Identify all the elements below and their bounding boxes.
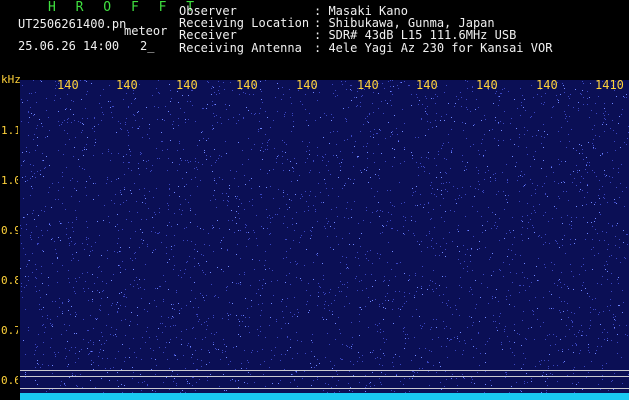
signal-baseline: [20, 393, 629, 400]
y-tick-label: 1.1: [1, 125, 18, 136]
y-tick-label: 0.6: [1, 375, 18, 386]
x-tick-label: 140: [536, 79, 558, 91]
marker-line: [20, 376, 629, 377]
file-name: UT2506261400.pn: [18, 17, 127, 31]
antenna-value: : 4ele Yagi Az 230 for Kansai VOR: [314, 40, 553, 55]
antenna-label: Receiving Antenna: [179, 40, 302, 55]
marker-line: [20, 370, 629, 371]
datetime: 25.06.26 14:00: [18, 39, 120, 53]
x-tick-label: 140: [416, 79, 438, 91]
x-tick-label: 140: [176, 79, 198, 91]
count-label: 2_: [140, 39, 155, 53]
y-axis-unit: kHz: [1, 73, 21, 86]
x-tick-label: 1410: [595, 79, 624, 91]
y-tick-label: 0.7: [1, 325, 18, 336]
mode-label: meteor: [124, 24, 168, 38]
noise-field: [20, 80, 629, 394]
y-tick-label: 0.8: [1, 275, 18, 286]
receiver-value: : SDR# 43dB L15 111.6MHz USB: [314, 28, 517, 43]
bright-specks: [20, 80, 627, 394]
noise-specks: [20, 80, 629, 394]
x-tick-label: 140: [296, 79, 318, 91]
y-tick-label: 1.0: [1, 175, 18, 186]
x-tick-label: 140: [236, 79, 258, 91]
spectrogram-plot: [20, 80, 629, 394]
app-title: H R O F F T: [48, 0, 201, 15]
x-tick-label: 140: [57, 79, 79, 91]
marker-line: [20, 388, 629, 389]
x-tick-label: 140: [476, 79, 498, 91]
x-tick-label: 140: [357, 79, 379, 91]
x-tick-label: 140: [116, 79, 138, 91]
info-values: : Masaki Kano : Shibukawa, Gunma, Japan …: [314, 5, 552, 54]
receiver-label: Receiver: [179, 28, 237, 43]
y-tick-label: 0.9: [1, 225, 18, 236]
info-labels: Observer Receiving Location Receiver Rec…: [179, 5, 309, 54]
